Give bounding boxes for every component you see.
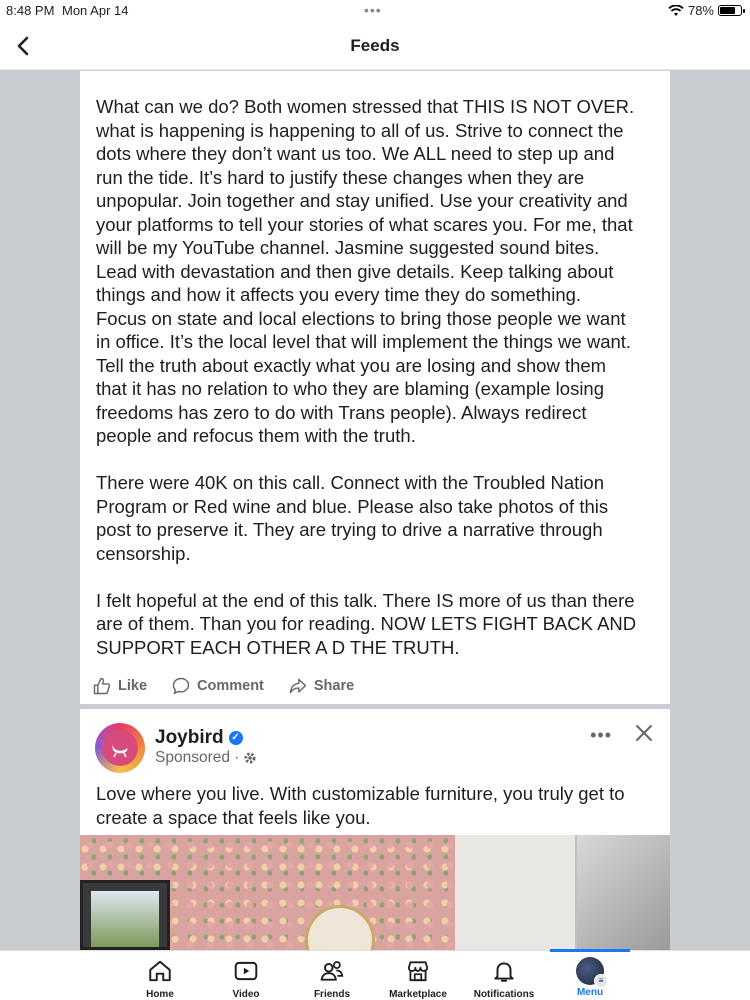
friends-icon (320, 961, 344, 981)
wall-art (575, 835, 670, 950)
share-button[interactable]: Share (288, 671, 354, 701)
chair-logo-icon (102, 730, 138, 766)
page-name-link[interactable]: Joybird ✓ (155, 727, 243, 749)
like-button[interactable]: Like (92, 671, 147, 701)
multitasking-dots-icon[interactable]: ••• (364, 2, 382, 18)
post-actions: Like Comment Share (80, 671, 670, 701)
battery-percent: 78% (687, 3, 714, 18)
ad-image[interactable] (80, 835, 670, 950)
thumbs-up-icon (93, 677, 111, 695)
more-options-button[interactable]: ••• (590, 725, 612, 746)
gear-icon (244, 752, 256, 764)
status-bar: 8:48 PM Mon Apr 14 ••• 78% (0, 0, 750, 22)
close-icon[interactable] (634, 723, 654, 743)
wifi-icon (668, 4, 684, 16)
tab-marketplace[interactable]: Marketplace (375, 951, 461, 1000)
bottom-tab-bar: Home Video Friends Marketplace Notificat… (0, 949, 750, 1000)
tab-label-notifications: Notifications (473, 989, 535, 1000)
feed[interactable]: What can we do? Both women stressed that… (0, 71, 750, 950)
comment-label: Comment (197, 678, 264, 694)
status-date: Mon Apr 14 (62, 3, 129, 18)
sponsored-post-card: Joybird ✓ Sponsored · ••• Love where you… (80, 709, 670, 950)
verified-badge-icon: ✓ (228, 731, 243, 745)
status-time: 8:48 PM (6, 3, 55, 18)
profile-avatar: ≡ (576, 957, 608, 988)
tab-label-marketplace: Marketplace (389, 989, 447, 1000)
comment-bubble-icon (172, 677, 190, 695)
battery-icon (718, 5, 745, 16)
sponsored-label: Sponsored · (155, 749, 240, 766)
tab-home[interactable]: Home (117, 951, 203, 1000)
tab-friends[interactable]: Friends (289, 951, 375, 1000)
header: Feeds (0, 22, 750, 70)
menu-hamburger-icon: ≡ (594, 974, 608, 988)
post-card: What can we do? Both women stressed that… (80, 71, 670, 704)
tab-notifications[interactable]: Notifications (461, 951, 547, 1000)
ad-text: Love where you live. With customizable f… (96, 783, 625, 828)
marketplace-icon (407, 961, 429, 982)
battery-fill (720, 7, 735, 14)
tab-label-menu: Menu (576, 987, 604, 998)
tab-menu[interactable]: ≡ Menu (547, 951, 633, 1000)
bell-icon (494, 962, 514, 982)
video-icon (234, 961, 258, 981)
page-title: Feeds (350, 36, 400, 55)
tab-video[interactable]: Video (203, 951, 289, 1000)
sponsored-line: Sponsored · (155, 749, 257, 767)
page-avatar[interactable] (95, 723, 145, 773)
tab-label-video: Video (232, 989, 260, 1000)
tab-label-friends: Friends (313, 989, 351, 1000)
tab-label-home: Home (146, 989, 174, 1000)
home-icon (149, 960, 171, 982)
share-arrow-icon (289, 678, 307, 694)
page-name: Joybird (155, 727, 224, 748)
like-label: Like (118, 678, 148, 694)
comment-button[interactable]: Comment (171, 671, 264, 701)
post-text: What can we do? Both women stressed that… (96, 96, 637, 658)
status-right: 78% (668, 3, 745, 18)
window (80, 880, 170, 950)
share-label: Share (313, 678, 355, 694)
